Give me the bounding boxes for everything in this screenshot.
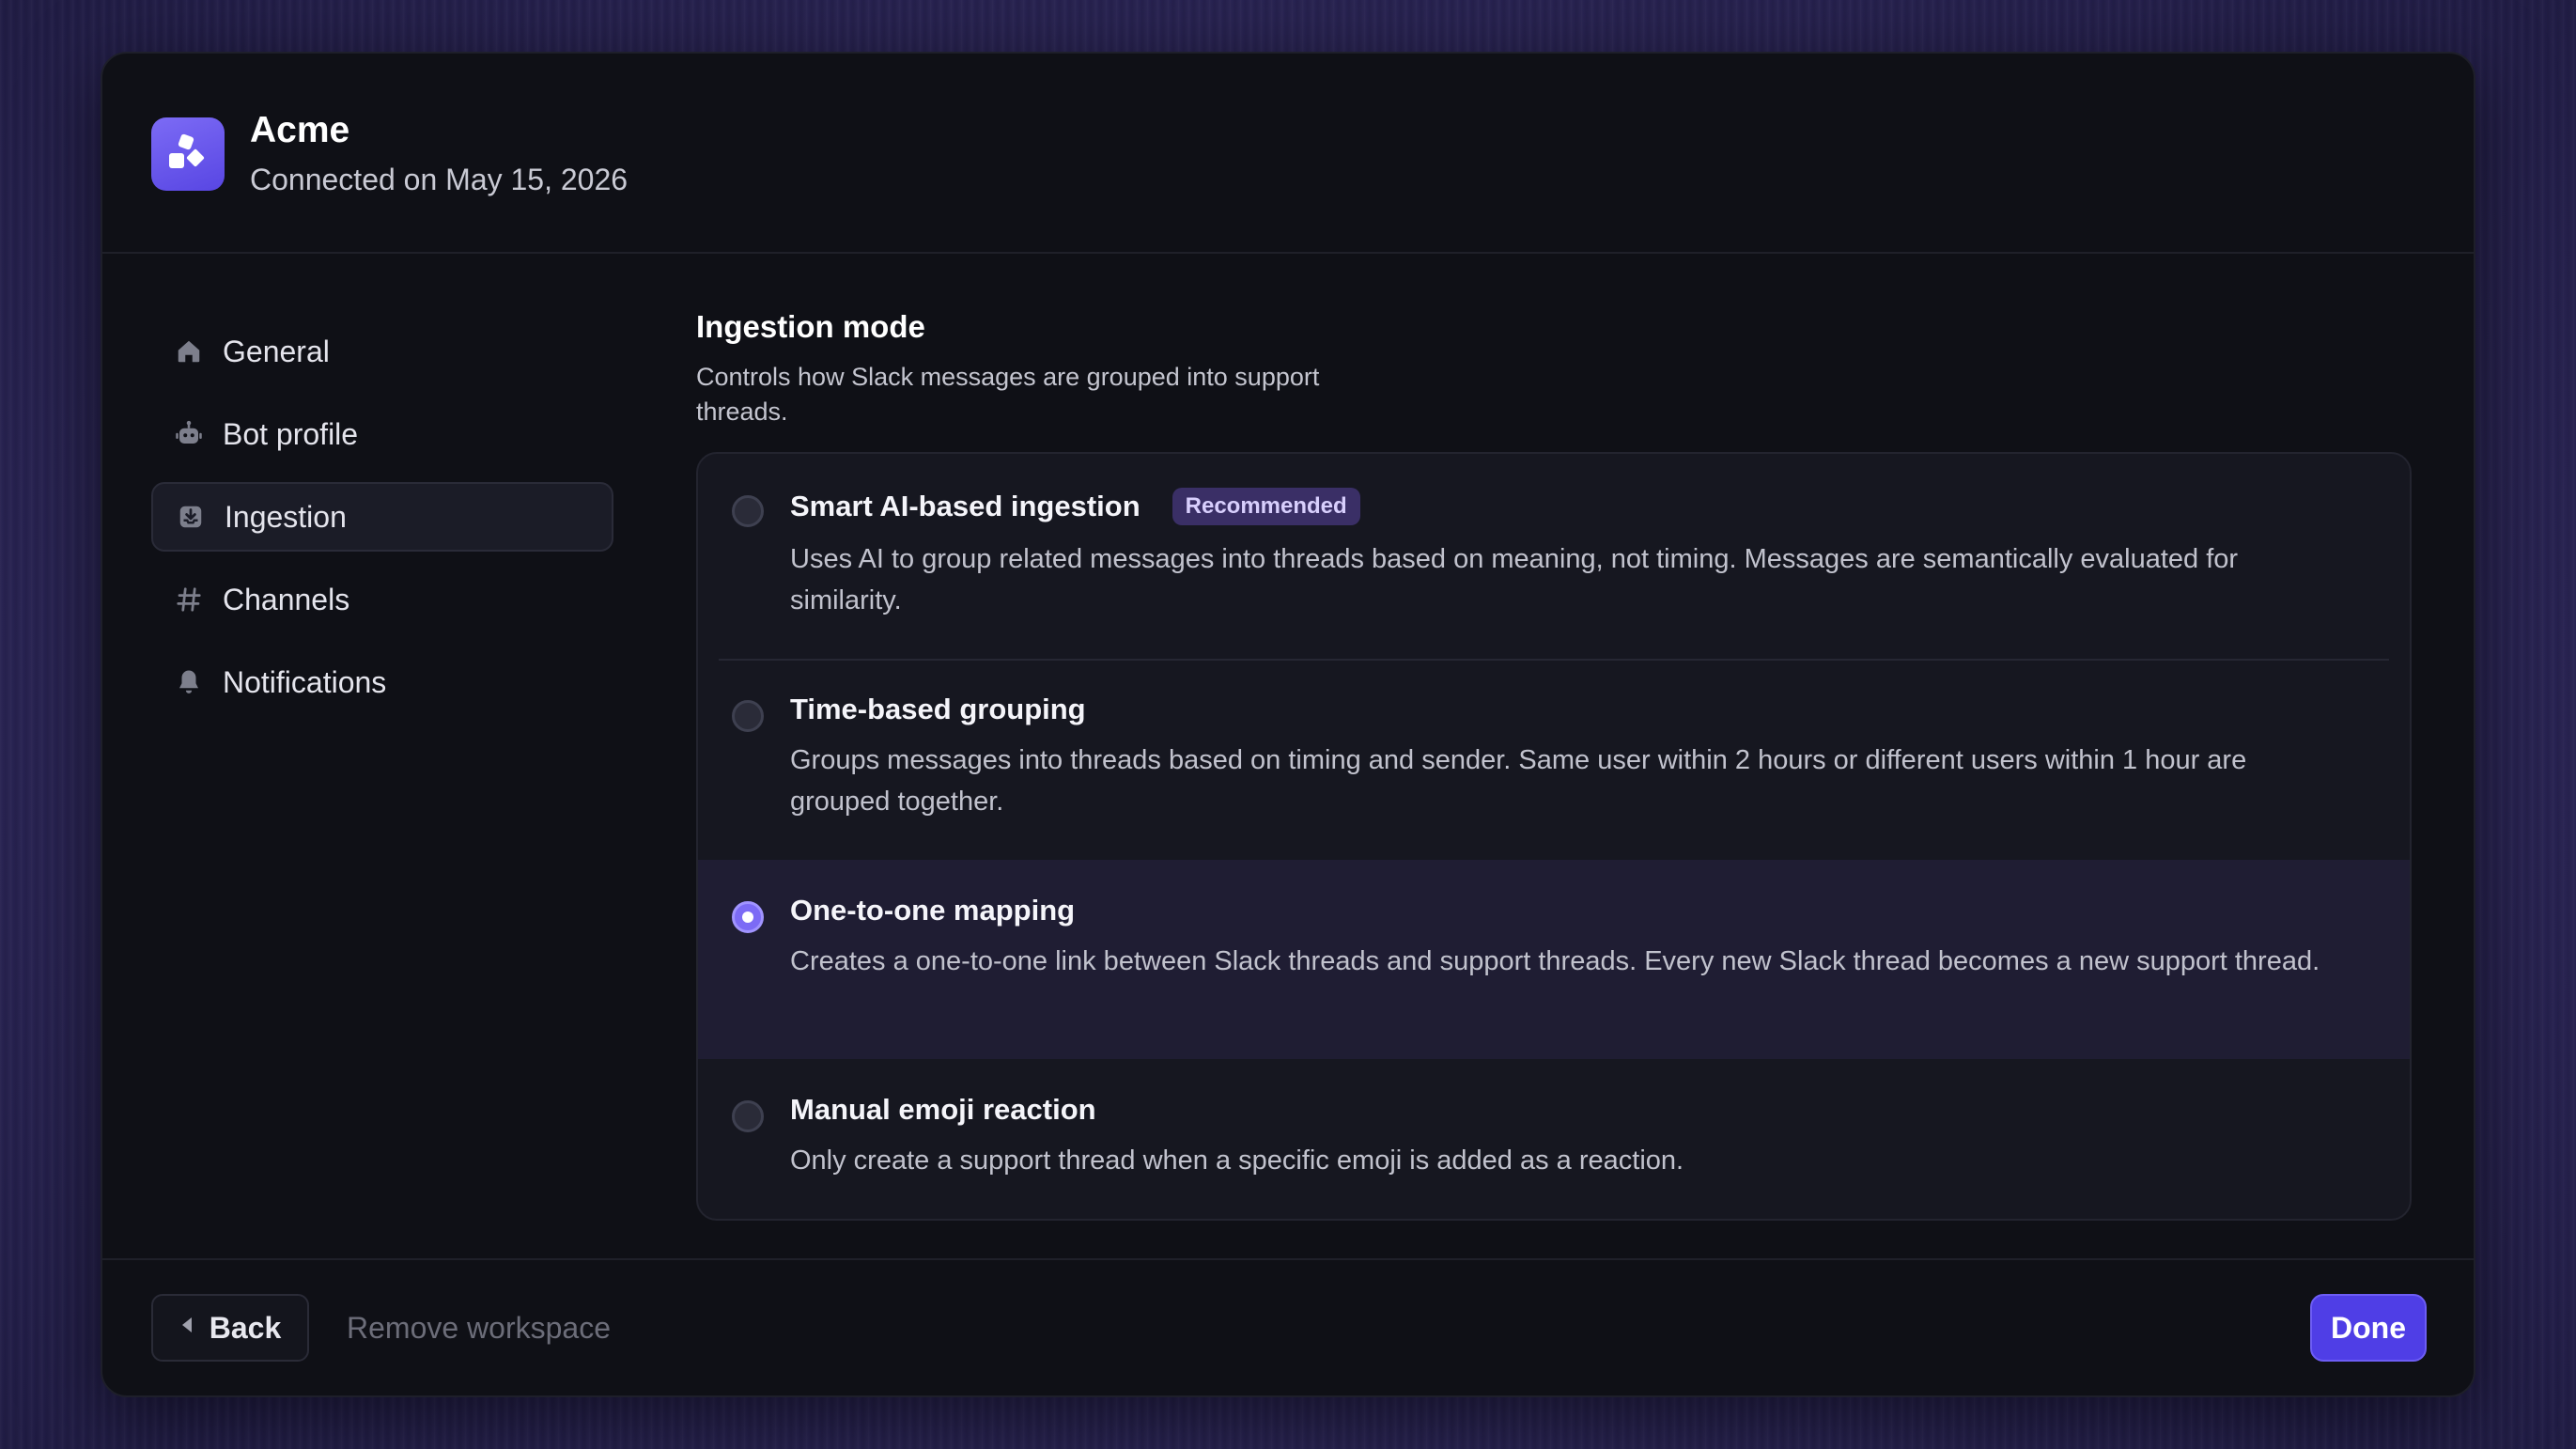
sidebar-item-notifications[interactable]: Notifications xyxy=(151,647,613,717)
recommended-badge: Recommended xyxy=(1172,488,1360,525)
option-title: One-to-one mapping xyxy=(790,894,1076,927)
sidebar-item-bot-profile[interactable]: Bot profile xyxy=(151,399,613,469)
back-button[interactable]: Back xyxy=(151,1294,309,1362)
radio-button-checked[interactable] xyxy=(732,901,764,933)
radio-button[interactable] xyxy=(732,1100,764,1132)
remove-workspace-button[interactable]: Remove workspace xyxy=(347,1294,611,1362)
section-description: Controls how Slack messages are grouped … xyxy=(696,363,1320,426)
option-time-based-grouping[interactable]: Time-based grouping Groups messages into… xyxy=(698,659,2410,860)
settings-sidebar: General Bot profile Ingestion Channels N… xyxy=(151,317,613,730)
radio-button[interactable] xyxy=(732,495,764,527)
sidebar-item-label: Notifications xyxy=(223,664,387,699)
back-button-label: Back xyxy=(209,1310,282,1345)
workspace-settings-modal: Acme Connected on May 15, 2026 General B… xyxy=(101,52,2475,1397)
ingestion-settings-panel: Ingestion mode Controls how Slack messag… xyxy=(696,309,2417,1221)
sidebar-item-label: Ingestion xyxy=(225,499,347,534)
inbox-download-icon xyxy=(176,502,206,532)
radio-button[interactable] xyxy=(732,700,764,732)
option-title: Smart AI-based ingestion xyxy=(790,490,1141,522)
bot-icon xyxy=(174,419,204,449)
option-title-row: Smart AI-based ingestion Recommended xyxy=(790,488,2353,525)
option-description: Creates a one-to-one link between Slack … xyxy=(790,946,2320,976)
option-manual-emoji-reaction[interactable]: Manual emoji reaction Only create a supp… xyxy=(698,1059,2410,1219)
option-description: Groups messages into threads based on ti… xyxy=(790,745,2247,817)
home-icon xyxy=(174,336,204,366)
sidebar-item-ingestion[interactable]: Ingestion xyxy=(151,482,613,552)
option-description: Uses AI to group related messages into t… xyxy=(790,544,2239,615)
sidebar-item-label: Channels xyxy=(223,582,350,616)
ingestion-mode-radio-group: Smart AI-based ingestion Recommended Use… xyxy=(696,452,2412,1221)
shapes-logo-icon xyxy=(151,117,225,191)
option-description: Only create a support thread when a spec… xyxy=(790,1145,1684,1176)
option-smart-ai-ingestion[interactable]: Smart AI-based ingestion Recommended Use… xyxy=(698,454,2410,659)
bell-icon xyxy=(174,667,204,697)
caret-left-icon xyxy=(179,1316,194,1340)
sidebar-item-channels[interactable]: Channels xyxy=(151,565,613,634)
option-title: Time-based grouping xyxy=(790,693,1086,725)
sidebar-item-label: Bot profile xyxy=(223,416,359,451)
sidebar-item-label: General xyxy=(223,334,330,368)
section-title: Ingestion mode xyxy=(696,309,925,344)
hash-icon xyxy=(174,584,204,615)
modal-header: Acme Connected on May 15, 2026 xyxy=(102,54,2474,254)
option-title: Manual emoji reaction xyxy=(790,1093,1096,1126)
connected-date: Connected on May 15, 2026 xyxy=(250,163,628,196)
workspace-name: Acme xyxy=(250,110,350,150)
option-one-to-one-mapping[interactable]: One-to-one mapping Creates a one-to-one … xyxy=(698,860,2410,1059)
sidebar-item-general[interactable]: General xyxy=(151,317,613,386)
done-button[interactable]: Done xyxy=(2310,1294,2427,1362)
modal-footer: Back Remove workspace Done xyxy=(102,1258,2474,1395)
